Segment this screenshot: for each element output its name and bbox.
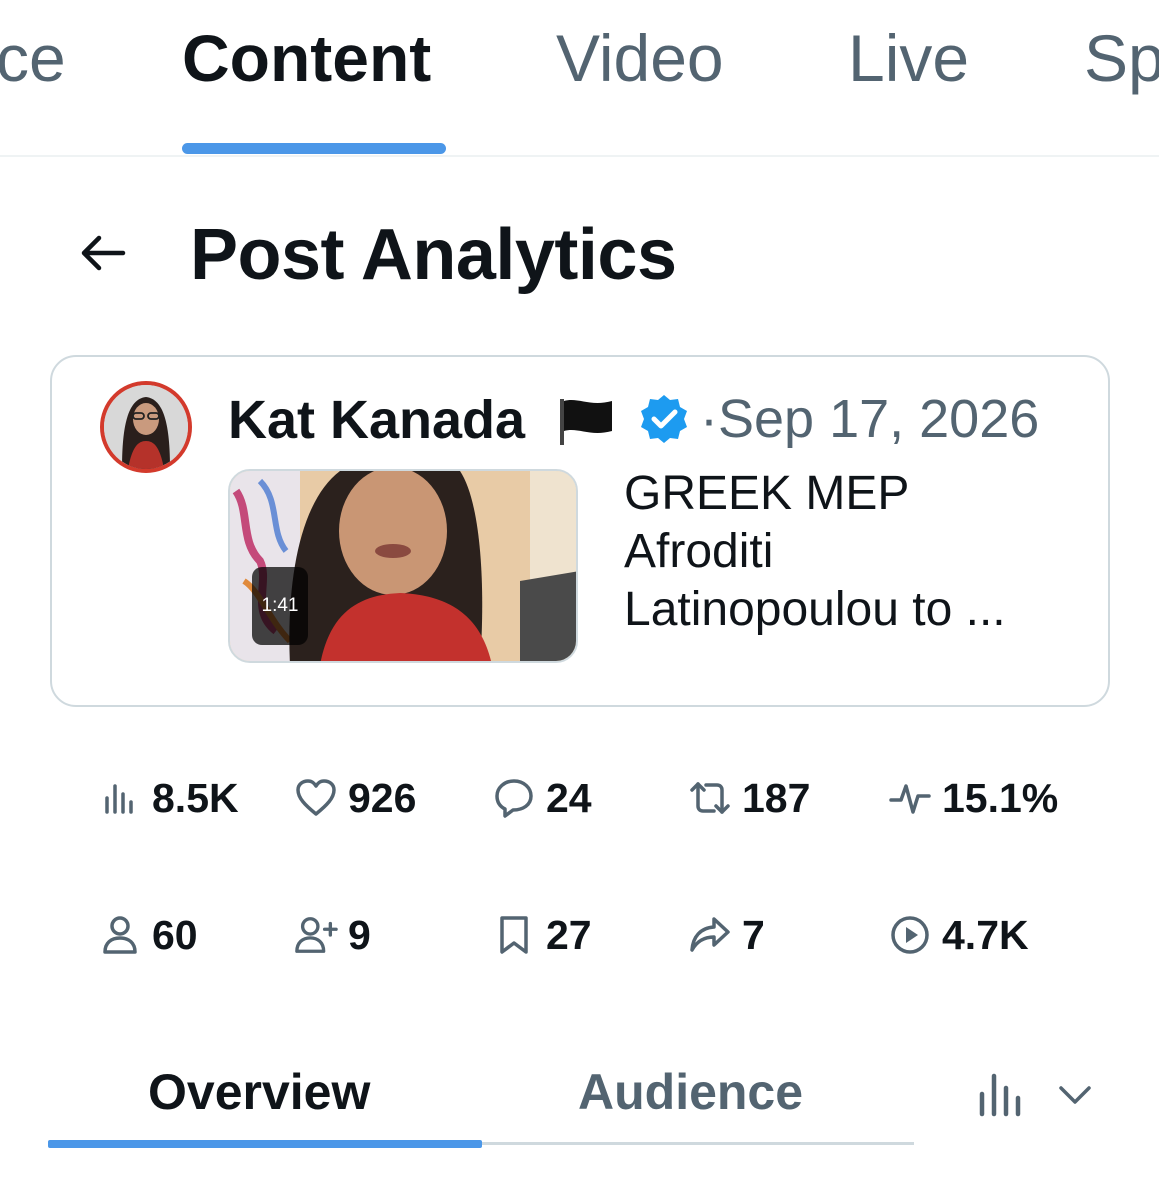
active-tab-indicator: [182, 143, 446, 154]
post-text[interactable]: GREEK MEP Afroditi Latinopoulou to ...: [624, 465, 1084, 639]
pulse-icon: [888, 776, 932, 820]
arrow-left-icon: [81, 235, 126, 271]
back-button[interactable]: [72, 222, 134, 284]
avatar[interactable]: [100, 381, 192, 473]
dropdown-button[interactable]: [1052, 1076, 1098, 1116]
tab-video[interactable]: Video: [556, 18, 724, 98]
metric-video-views[interactable]: 4.7K: [888, 905, 1029, 965]
bar-chart-icon: [98, 776, 142, 820]
metric-follows[interactable]: 9: [294, 905, 371, 965]
tab-spaces-partial[interactable]: Sp: [1084, 18, 1159, 98]
author-name[interactable]: Kat Kanada: [228, 389, 525, 451]
post-date: ·Sep 17, 2026: [700, 389, 1040, 449]
chevron-down-icon: [1059, 1086, 1091, 1104]
page-title: Post Analytics: [190, 215, 677, 295]
person-icon: [98, 913, 142, 957]
tab-audience-partial[interactable]: ce: [0, 18, 66, 98]
reply-icon: [492, 776, 536, 820]
post-card[interactable]: Kat Kanada ·Sep 17, 2026 1:41 GREEK MEP …: [50, 355, 1110, 707]
metric-bookmarks[interactable]: 27: [492, 905, 592, 965]
bottom-active-tab-indicator: [48, 1140, 482, 1148]
verified-badge-icon: [641, 395, 687, 443]
metric-engagement-rate[interactable]: 15.1%: [888, 768, 1058, 828]
metric-likes[interactable]: 926: [294, 768, 416, 828]
share-icon: [688, 913, 732, 957]
repost-icon: [688, 776, 732, 820]
metric-shares[interactable]: 7: [688, 905, 765, 965]
bar-chart-icon: [979, 1073, 1021, 1117]
tab-divider: [0, 155, 1159, 157]
metric-replies[interactable]: 24: [492, 768, 592, 828]
tab-audience[interactable]: Audience: [578, 1062, 803, 1122]
chart-toggle-button[interactable]: [972, 1068, 1032, 1120]
bookmark-icon: [492, 913, 536, 957]
metric-reposts[interactable]: 187: [688, 768, 810, 828]
tab-live[interactable]: Live: [848, 18, 969, 98]
video-thumbnail[interactable]: 1:41: [228, 469, 578, 663]
tab-overview[interactable]: Overview: [148, 1062, 370, 1122]
person-add-icon: [294, 913, 338, 957]
metric-profile-visits[interactable]: 60: [98, 905, 198, 965]
top-tab-bar: ce Content Video Live Sp: [0, 0, 1159, 158]
metric-impressions[interactable]: 8.5K: [98, 768, 239, 828]
video-duration-badge: 1:41: [252, 567, 308, 645]
heart-icon: [294, 776, 338, 820]
black-flag-icon: [560, 399, 612, 445]
play-circle-icon: [888, 913, 932, 957]
tab-content[interactable]: Content: [182, 18, 431, 98]
